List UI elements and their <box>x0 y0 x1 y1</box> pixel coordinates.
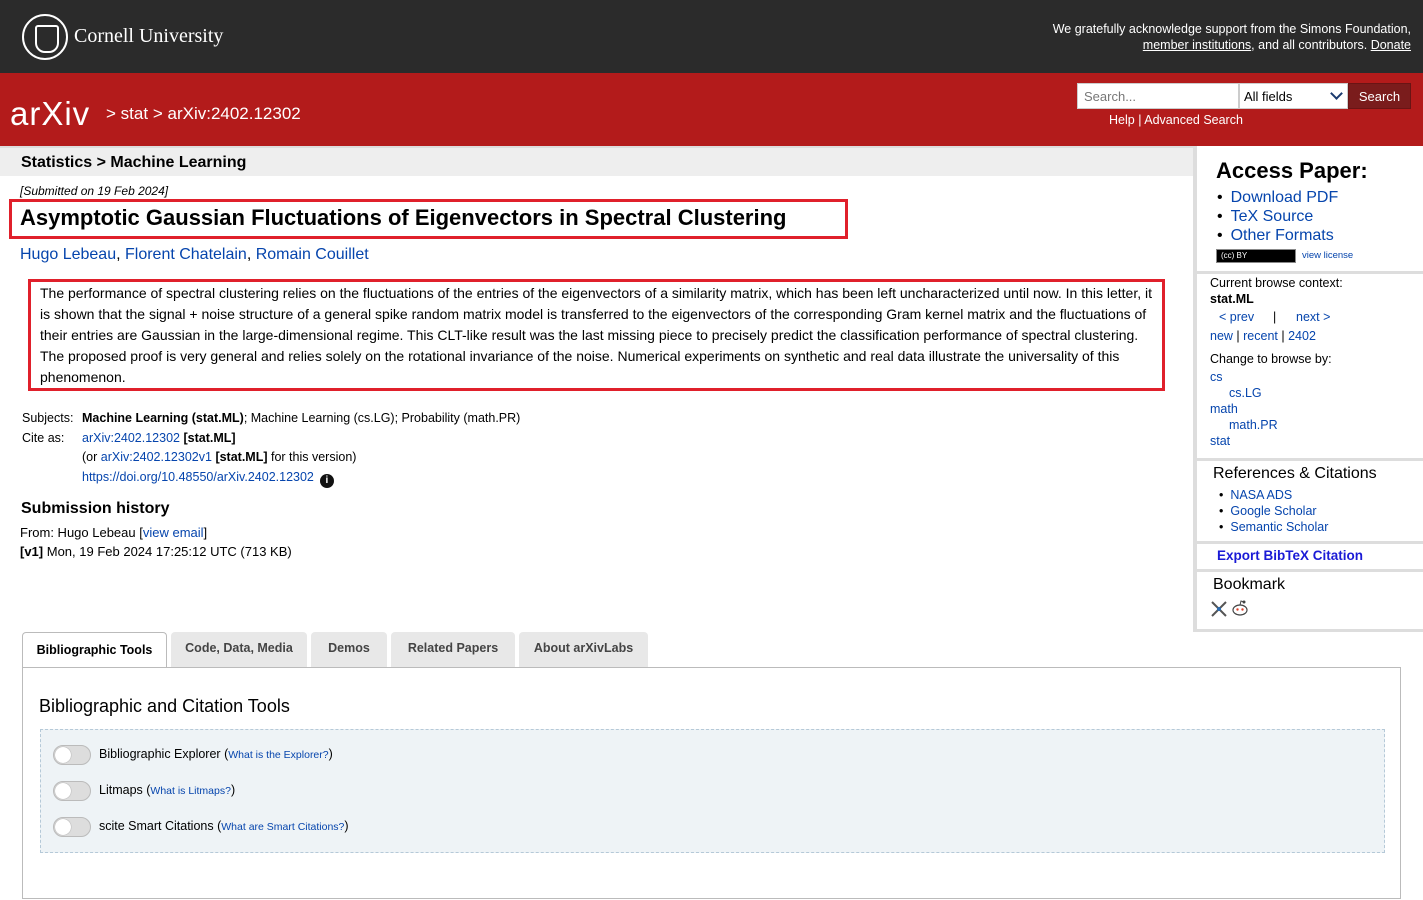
submission-history-title: Submission history <box>21 500 170 517</box>
tab-demos[interactable]: Demos <box>311 632 387 667</box>
litmaps-toggle[interactable] <box>53 781 91 801</box>
breadcrumb: > stat > arXiv:2402.12302 <box>106 104 301 123</box>
tab-about-arxivlabs[interactable]: About arXivLabs <box>519 632 648 667</box>
browse-math-pr-link[interactable]: math.PR <box>1229 418 1278 432</box>
tab-panel: Bibliographic and Citation Tools Bibliog… <box>22 667 1401 899</box>
paper-title: Asymptotic Gaussian Fluctuations of Eige… <box>20 205 787 230</box>
scite-toggle[interactable] <box>53 817 91 837</box>
cornell-seal-icon[interactable] <box>22 14 68 60</box>
arxiv-logo[interactable]: arXiv <box>10 95 90 133</box>
doi-link[interactable]: https://doi.org/10.48550/arXiv.2402.1230… <box>82 470 314 484</box>
google-scholar-link[interactable]: Google Scholar <box>1230 504 1316 518</box>
arxiv-header: arXiv > stat > arXiv:2402.12302 Search..… <box>0 73 1423 146</box>
what-is-litmaps-link[interactable]: What is Litmaps? <box>150 785 231 797</box>
reddit-icon[interactable] <box>1231 599 1249 617</box>
bibsonomy-icon[interactable] <box>1210 600 1228 618</box>
member-institutions-link[interactable]: member institutions <box>1143 38 1251 52</box>
author-link[interactable]: Romain Couillet <box>256 246 369 263</box>
cc-license-badge[interactable]: (cc) BY <box>1216 249 1296 263</box>
view-email-link[interactable]: view email <box>143 525 204 540</box>
author-link[interactable]: Hugo Lebeau <box>20 246 116 263</box>
other-subjects: ; Machine Learning (cs.LG); Probability … <box>243 411 521 425</box>
author-list: Hugo Lebeau, Florent Chatelain, Romain C… <box>20 246 369 263</box>
context-label: Current browse context: <box>1210 276 1343 290</box>
breadcrumb-paper-id: arXiv:2402.12302 <box>167 104 301 123</box>
recent-link[interactable]: recent <box>1243 329 1278 343</box>
category-title: Statistics > Machine Learning <box>21 154 247 171</box>
tab-bibliographic-tools[interactable]: Bibliographic Tools <box>22 632 167 668</box>
nasa-ads-link[interactable]: NASA ADS <box>1230 488 1292 502</box>
donate-link[interactable]: Donate <box>1371 38 1411 52</box>
access-paper-title: Access Paper: <box>1216 158 1368 183</box>
info-icon[interactable]: i <box>319 474 334 488</box>
advanced-search-link[interactable]: Advanced Search <box>1144 113 1243 127</box>
submission-from: From: Hugo Lebeau [view email] <box>20 525 208 540</box>
what-are-smart-citations-link[interactable]: What are Smart Citations? <box>221 821 344 833</box>
change-browse-label: Change to browse by: <box>1210 352 1332 366</box>
cornell-header: Cornell University We gratefully acknowl… <box>0 0 1423 73</box>
what-is-explorer-link[interactable]: What is the Explorer? <box>228 749 328 761</box>
export-bibtex-link[interactable]: Export BibTeX Citation <box>1217 548 1363 563</box>
semantic-scholar-link[interactable]: Semantic Scholar <box>1230 520 1328 534</box>
prev-link[interactable]: < prev <box>1219 310 1254 324</box>
view-license-link[interactable]: view license <box>1302 250 1353 261</box>
cite-id-link[interactable]: arXiv:2402.12302 <box>82 431 180 445</box>
references-title: References & Citations <box>1213 465 1377 482</box>
period-link[interactable]: 2402 <box>1288 329 1316 343</box>
version-link[interactable]: arXiv:2402.12302v1 <box>101 450 212 464</box>
help-link[interactable]: Help <box>1109 113 1135 127</box>
export-section: Export BibTeX Citation <box>1197 544 1423 572</box>
search-field-select[interactable]: All fields <box>1239 83 1348 109</box>
cornell-name[interactable]: Cornell University <box>74 25 223 48</box>
access-list: Download PDF TeX Source Other Formats <box>1217 189 1339 246</box>
browse-cs-lg-link[interactable]: cs.LG <box>1229 386 1262 400</box>
next-link[interactable]: next > <box>1296 310 1330 324</box>
version-v1: [v1] Mon, 19 Feb 2024 17:25:12 UTC (713 … <box>20 544 292 559</box>
tab-related-papers[interactable]: Related Papers <box>391 632 515 667</box>
category-header: Statistics > Machine Learning <box>0 146 1193 176</box>
breadcrumb-stat[interactable]: stat <box>121 104 148 123</box>
references-section: References & Citations NASA ADS Google S… <box>1197 461 1423 544</box>
download-pdf-link[interactable]: Download PDF <box>1231 189 1339 206</box>
primary-subject: Machine Learning (stat.ML) <box>82 411 244 425</box>
sidebar: Access Paper: Download PDF TeX Source Ot… <box>1193 146 1423 632</box>
tab-code-data-media[interactable]: Code, Data, Media <box>171 632 307 667</box>
browse-cs-link[interactable]: cs <box>1210 370 1223 384</box>
panel-title: Bibliographic and Citation Tools <box>39 696 290 716</box>
browse-math-link[interactable]: math <box>1210 402 1238 416</box>
bookmark-section: Bookmark <box>1197 572 1423 632</box>
acknowledgement: We gratefully acknowledge support from t… <box>1052 22 1411 52</box>
context-value: stat.ML <box>1210 292 1254 306</box>
browse-context-section: Current browse context: stat.ML < prev |… <box>1197 274 1423 461</box>
other-formats-link[interactable]: Other Formats <box>1231 227 1334 244</box>
help-links: Help | Advanced Search <box>1109 113 1243 127</box>
bookmark-title: Bookmark <box>1213 576 1286 593</box>
abstract: The performance of spectral clustering r… <box>40 285 1153 385</box>
tex-source-link[interactable]: TeX Source <box>1231 208 1314 225</box>
cite-label: Cite as: <box>22 431 65 445</box>
subjects-label: Subjects: <box>22 411 74 425</box>
bibliographic-explorer-toggle[interactable] <box>53 745 91 765</box>
new-link[interactable]: new <box>1210 329 1233 343</box>
search-input[interactable]: Search... <box>1077 83 1239 109</box>
chevron-down-icon <box>1330 87 1343 100</box>
author-link[interactable]: Florent Chatelain <box>125 246 247 263</box>
tools-list: Bibliographic Explorer (What is the Expl… <box>40 729 1385 853</box>
access-paper-section: Access Paper: Download PDF TeX Source Ot… <box>1197 146 1423 274</box>
browse-stat-link[interactable]: stat <box>1210 434 1230 448</box>
submitted-date: [Submitted on 19 Feb 2024] <box>20 184 169 198</box>
search-button[interactable]: Search <box>1348 83 1411 109</box>
